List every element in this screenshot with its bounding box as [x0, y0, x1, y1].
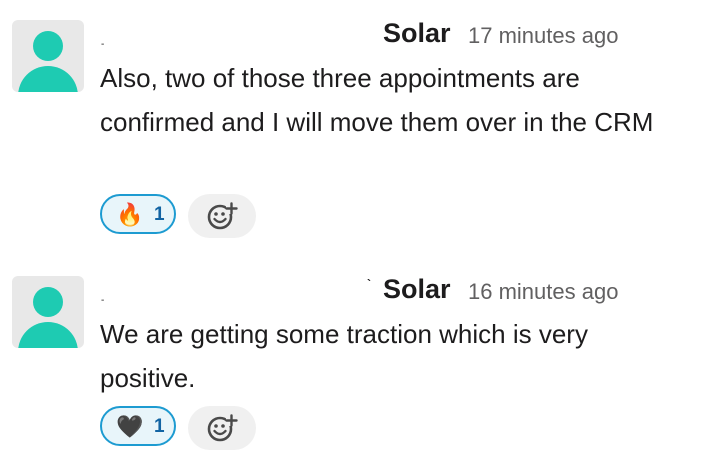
- reaction-pill[interactable]: 🖤 1: [100, 406, 176, 446]
- add-reaction-icon: [207, 414, 238, 442]
- black-heart-emoji-icon: 🖤: [116, 414, 144, 439]
- reaction-count: 1: [154, 416, 165, 437]
- message-text: Also, two of those three appointments ar…: [100, 63, 654, 137]
- fire-emoji-icon: 🔥: [116, 202, 144, 227]
- message-header: - Solar 17 minutes ago: [0, 14, 706, 54]
- message: - ` Solar 16 minutes ago We are getting …: [0, 256, 706, 466]
- add-reaction-button[interactable]: [188, 406, 256, 450]
- message-feed: - Solar 17 minutes ago Also, two of thos…: [0, 0, 706, 466]
- author-name[interactable]: Solar: [383, 16, 451, 50]
- message: - Solar 17 minutes ago Also, two of thos…: [0, 0, 706, 250]
- add-reaction-icon: [207, 202, 238, 230]
- reaction-count: 1: [154, 204, 165, 225]
- user-silhouette-body: [18, 66, 78, 92]
- message-header: - ` Solar 16 minutes ago: [0, 270, 706, 310]
- name-mark-prefix: `: [367, 277, 371, 291]
- message-text: We are getting some traction which is ve…: [100, 319, 588, 393]
- message-timestamp[interactable]: 17 minutes ago: [468, 21, 618, 51]
- message-timestamp[interactable]: 16 minutes ago: [468, 277, 618, 307]
- reaction-bar: 🖤 1: [100, 406, 270, 452]
- user-silhouette-body: [18, 322, 78, 348]
- reaction-bar: 🔥 1: [100, 194, 270, 240]
- author-name[interactable]: Solar: [383, 272, 451, 306]
- name-mark: -: [101, 39, 105, 50]
- add-reaction-button[interactable]: [188, 194, 256, 238]
- name-mark: -: [101, 295, 105, 306]
- reaction-pill[interactable]: 🔥 1: [100, 194, 176, 234]
